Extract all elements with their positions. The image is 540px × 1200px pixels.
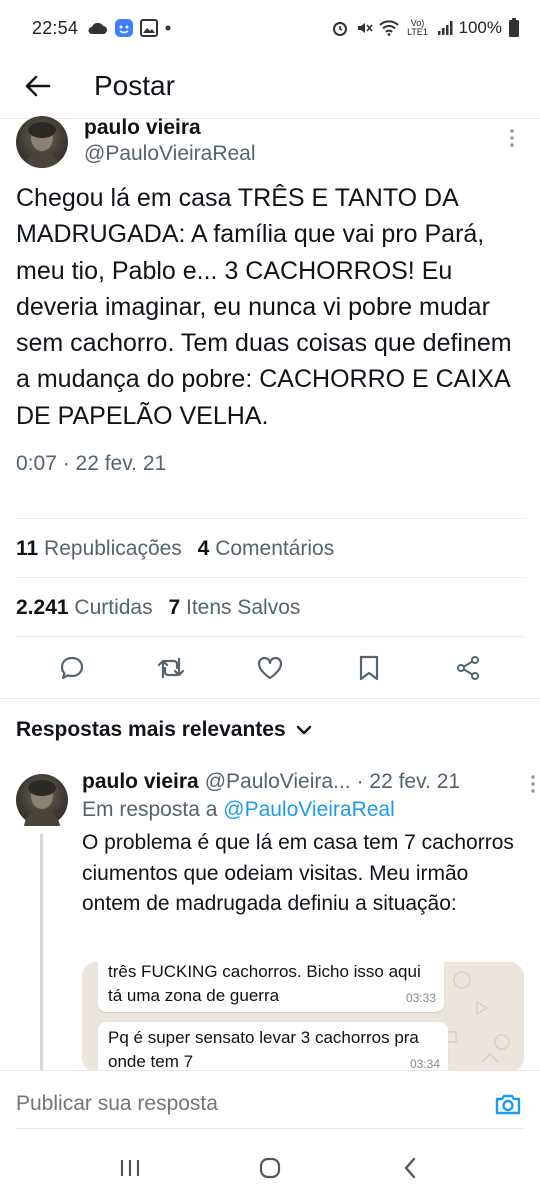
stats-divider-top <box>16 518 524 519</box>
arrow-left-icon <box>25 75 51 97</box>
camera-icon <box>495 1094 521 1114</box>
reply-date: · 22 fev. 21 <box>356 770 461 793</box>
main-tweet: paulo vieira @PauloVieiraReal Chegou lá … <box>0 116 540 476</box>
gallery-icon <box>140 19 159 37</box>
author-row: paulo vieira @PauloVieiraReal <box>0 116 540 178</box>
author-name[interactable]: paulo vieira <box>84 116 256 140</box>
chat-bubble-2-time: 03:34 <box>409 1057 440 1071</box>
reply-header: paulo vieira @PauloVieira... · 22 fev. 2… <box>82 770 522 794</box>
reply-button[interactable] <box>48 646 96 690</box>
home-button[interactable] <box>245 1143 295 1193</box>
actions-divider <box>0 698 540 699</box>
reply-to-prefix: Em resposta a <box>82 798 218 821</box>
replies-sort-label: Respostas mais relevantes <box>16 718 286 741</box>
tweet-text: Chegou lá em casa TRÊS E TANTO DA MADRUG… <box>16 184 512 430</box>
more-vertical-icon <box>531 775 535 793</box>
repost-button[interactable] <box>147 646 195 690</box>
reply-to-line: Em resposta a @PauloVieiraReal <box>82 798 522 822</box>
reply-to-mention[interactable]: @PauloVieiraReal <box>223 798 395 821</box>
battery-level: 100% <box>458 18 502 37</box>
chat-bubble-1-text: três FUCKING cachorros. Bicho isso aqui … <box>108 962 421 1005</box>
action-bar <box>0 646 540 690</box>
comments-stat[interactable]: 4 Comentários <box>198 537 335 560</box>
reply-more-options-button[interactable] <box>530 774 536 799</box>
battery-icon <box>508 18 520 38</box>
status-time: 22:54 <box>32 17 79 38</box>
tweet-timestamp[interactable]: 0:07 · 22 fev. 21 <box>0 452 540 476</box>
repost-icon <box>157 657 184 679</box>
comments-count: 4 <box>197 537 210 560</box>
reply-input[interactable] <box>16 1091 492 1116</box>
compose-underline <box>16 1128 524 1129</box>
like-button[interactable] <box>246 646 294 690</box>
home-icon <box>259 1157 281 1179</box>
reply-author-name[interactable]: paulo vieira <box>82 770 199 794</box>
chevron-left-icon <box>404 1157 416 1179</box>
saves-stat[interactable]: 7 Itens Salvos <box>168 596 300 619</box>
saves-count: 7 <box>168 596 181 619</box>
system-back-button[interactable] <box>385 1143 435 1193</box>
more-options-button[interactable] <box>500 126 524 150</box>
reply-text: O problema é que lá em casa tem 7 cachor… <box>82 831 514 915</box>
status-bar: 22:54 Vo) LTE1 100% <box>0 0 540 56</box>
reposts-label: Republicações <box>44 537 182 560</box>
saves-label: Itens Salvos <box>185 596 301 619</box>
cloud-icon <box>86 21 108 35</box>
reposts-count: 11 <box>16 537 39 560</box>
recent-apps-button[interactable] <box>105 1143 155 1193</box>
likes-stat[interactable]: 2.241 Curtidas <box>16 596 153 619</box>
author-handle[interactable]: @PauloVieiraReal <box>84 140 256 168</box>
chevron-down-icon <box>296 725 311 735</box>
stats-row-1: 11 Republicações 4 Comentários <box>16 537 344 561</box>
bookmark-icon <box>360 655 379 681</box>
reply-author-handle[interactable]: @PauloVieira... <box>205 770 351 794</box>
chat-bubble-2-text: Pq é super sensato levar 3 cachorros pra… <box>108 1028 419 1071</box>
page-title: Postar <box>94 70 175 101</box>
likes-label: Curtidas <box>74 596 153 619</box>
replies-sort-dropdown[interactable]: Respostas mais relevantes <box>16 718 312 742</box>
comments-label: Comentários <box>215 537 335 560</box>
recent-apps-icon <box>120 1160 140 1176</box>
avatar-image-icon <box>24 122 60 168</box>
reply-avatar[interactable] <box>16 774 68 826</box>
camera-button[interactable] <box>492 1088 524 1120</box>
alarm-icon <box>331 19 349 37</box>
avatar[interactable] <box>16 116 68 168</box>
like-icon <box>257 656 283 680</box>
reposts-stat[interactable]: 11 Republicações <box>16 537 182 560</box>
network-label: Vo) LTE1 <box>407 18 428 37</box>
back-button[interactable] <box>18 66 58 106</box>
mute-icon <box>355 19 373 37</box>
chat-bubble-1: três FUCKING cachorros. Bicho isso aqui … <box>98 962 444 1012</box>
compose-bar <box>0 1070 540 1136</box>
likes-count: 2.241 <box>16 596 69 619</box>
chat-bubble-1-time: 03:33 <box>405 991 436 1005</box>
reply-icon <box>60 656 83 680</box>
stats-divider-mid <box>16 577 524 578</box>
signal-icon <box>437 20 453 36</box>
reply-attached-image[interactable]: três FUCKING cachorros. Bicho isso aqui … <box>82 962 524 1072</box>
more-vertical-icon <box>510 129 514 147</box>
stats-divider-bottom <box>16 636 524 637</box>
system-navbar <box>0 1136 540 1200</box>
wifi-icon <box>378 20 399 36</box>
bookmark-button[interactable] <box>345 646 393 690</box>
dot-icon <box>164 24 172 32</box>
assistant-icon <box>114 18 134 38</box>
chat-bubble-2: Pq é super sensato levar 3 cachorros pra… <box>98 1022 448 1072</box>
share-icon <box>457 656 480 680</box>
share-button[interactable] <box>444 646 492 690</box>
stats-row-2: 2.241 Curtidas 7 Itens Salvos <box>16 596 310 620</box>
avatar-image-icon <box>24 780 60 826</box>
header: Postar <box>0 56 540 116</box>
